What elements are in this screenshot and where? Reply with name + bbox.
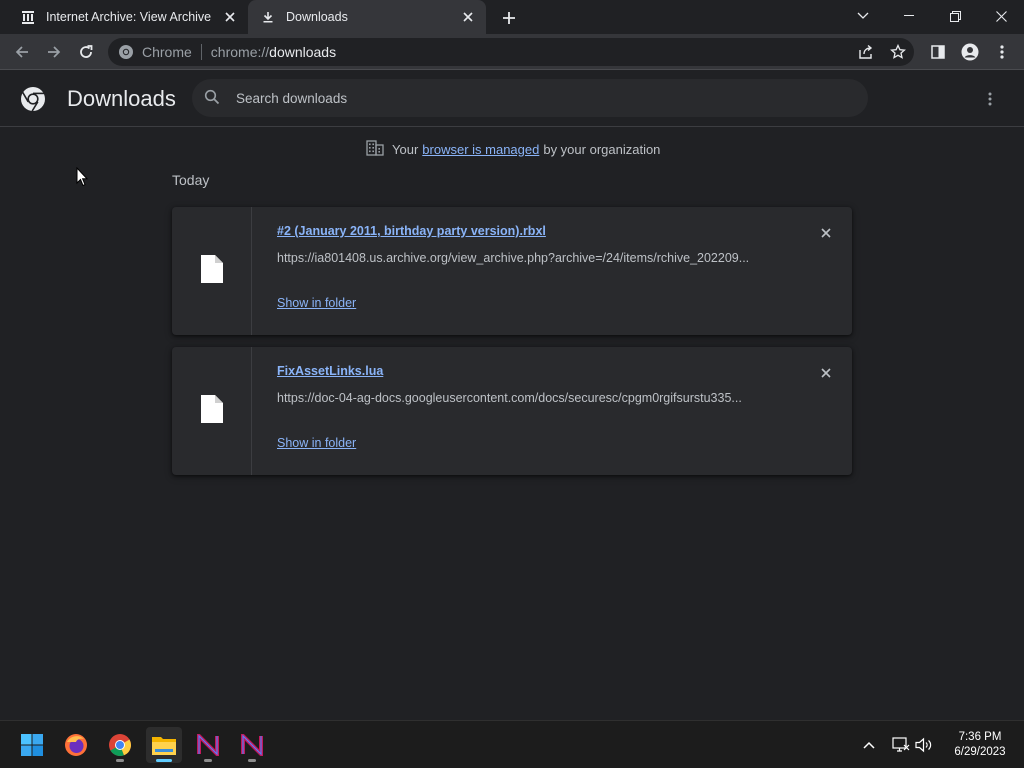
file-icon-column [172, 207, 252, 335]
download-item: #2 (January 2011, birthday party version… [172, 207, 852, 335]
browser-managed-link[interactable]: browser is managed [422, 142, 539, 157]
download-filename-link[interactable]: #2 (January 2011, birthday party version… [277, 224, 546, 238]
close-tab-icon[interactable] [458, 7, 478, 27]
firefox-taskbar-icon[interactable] [58, 727, 94, 763]
search-downloads-input[interactable] [236, 90, 796, 106]
chrome-taskbar-icon[interactable] [102, 727, 138, 763]
download-icon [260, 9, 276, 25]
file-icon [200, 254, 224, 289]
close-tab-icon[interactable] [220, 7, 240, 27]
tab-strip: Internet Archive: View Archive Downloads [0, 0, 1024, 34]
page-title: Downloads [67, 86, 176, 111]
url-scheme: chrome:// [210, 44, 270, 60]
tab-title: Internet Archive: View Archive [46, 10, 212, 24]
chrome-chip: Chrome [142, 44, 192, 60]
url-path: downloads [269, 44, 337, 60]
profile-avatar-button[interactable] [956, 38, 984, 66]
date-heading: Today [172, 172, 210, 188]
minimize-button[interactable] [886, 0, 932, 32]
restore-button[interactable] [932, 0, 978, 32]
chrome-menu-button[interactable] [988, 38, 1016, 66]
download-source-url: https://doc-04-ag-docs.googleusercontent… [277, 391, 742, 405]
show-hidden-icons-chevron-icon[interactable] [857, 733, 881, 757]
show-in-folder-link[interactable]: Show in folder [277, 436, 356, 450]
tab-downloads[interactable]: Downloads [248, 0, 486, 34]
search-icon [204, 89, 222, 107]
managed-notice: Your browser is managed by your organiza… [366, 140, 660, 158]
file-icon [200, 394, 224, 429]
running-indicator [248, 759, 256, 762]
file-explorer-taskbar-icon[interactable] [146, 727, 182, 763]
running-indicator [116, 759, 124, 762]
building-icon [366, 140, 384, 158]
file-icon-column [172, 347, 252, 475]
forward-button[interactable] [40, 38, 68, 66]
running-indicator [204, 759, 212, 762]
windows-taskbar: 7:36 PM 6/29/2023 [0, 720, 1024, 768]
downloads-more-menu-button[interactable] [978, 87, 1002, 111]
reload-button[interactable] [72, 38, 100, 66]
close-window-button[interactable] [978, 0, 1024, 32]
tab-search-button[interactable] [840, 0, 886, 32]
side-panel-button[interactable] [924, 38, 952, 66]
search-downloads-bar[interactable] [192, 79, 868, 117]
remove-download-icon[interactable] [816, 363, 836, 383]
app-n-taskbar-icon-2[interactable] [234, 727, 270, 763]
mouse-cursor-icon [76, 166, 89, 187]
download-source-url: https://ia801408.us.archive.org/view_arc… [277, 251, 750, 265]
show-in-folder-link[interactable]: Show in folder [277, 296, 356, 310]
browser-toolbar: Chrome chrome:// downloads [0, 34, 1024, 70]
back-button[interactable] [8, 38, 36, 66]
download-item: FixAssetLinks.lua https://doc-04-ag-docs… [172, 347, 852, 475]
tab-title: Downloads [286, 10, 348, 24]
start-button[interactable] [14, 727, 50, 763]
bookmark-star-button[interactable] [884, 38, 912, 66]
chrome-logo-icon [20, 86, 46, 112]
taskbar-clock[interactable]: 7:36 PM 6/29/2023 [940, 730, 1020, 760]
running-indicator [156, 759, 172, 762]
address-bar[interactable]: Chrome chrome:// downloads [108, 38, 914, 66]
omnibox-separator [200, 44, 202, 60]
network-icon[interactable] [889, 733, 913, 757]
clock-date: 6/29/2023 [954, 746, 1006, 758]
managed-prefix: Your [392, 141, 419, 157]
download-filename-link[interactable]: FixAssetLinks.lua [277, 364, 383, 378]
downloads-header: Downloads [0, 70, 1024, 127]
archive-building-icon [20, 9, 36, 25]
new-tab-button[interactable] [498, 7, 520, 29]
tab-internet-archive[interactable]: Internet Archive: View Archive [8, 0, 248, 34]
managed-suffix: by your organization [543, 141, 661, 157]
chrome-site-icon [118, 44, 134, 60]
volume-icon[interactable] [912, 733, 936, 757]
remove-download-icon[interactable] [816, 223, 836, 243]
clock-time: 7:36 PM [958, 731, 1002, 743]
app-n-taskbar-icon[interactable] [190, 727, 226, 763]
share-button[interactable] [852, 38, 880, 66]
